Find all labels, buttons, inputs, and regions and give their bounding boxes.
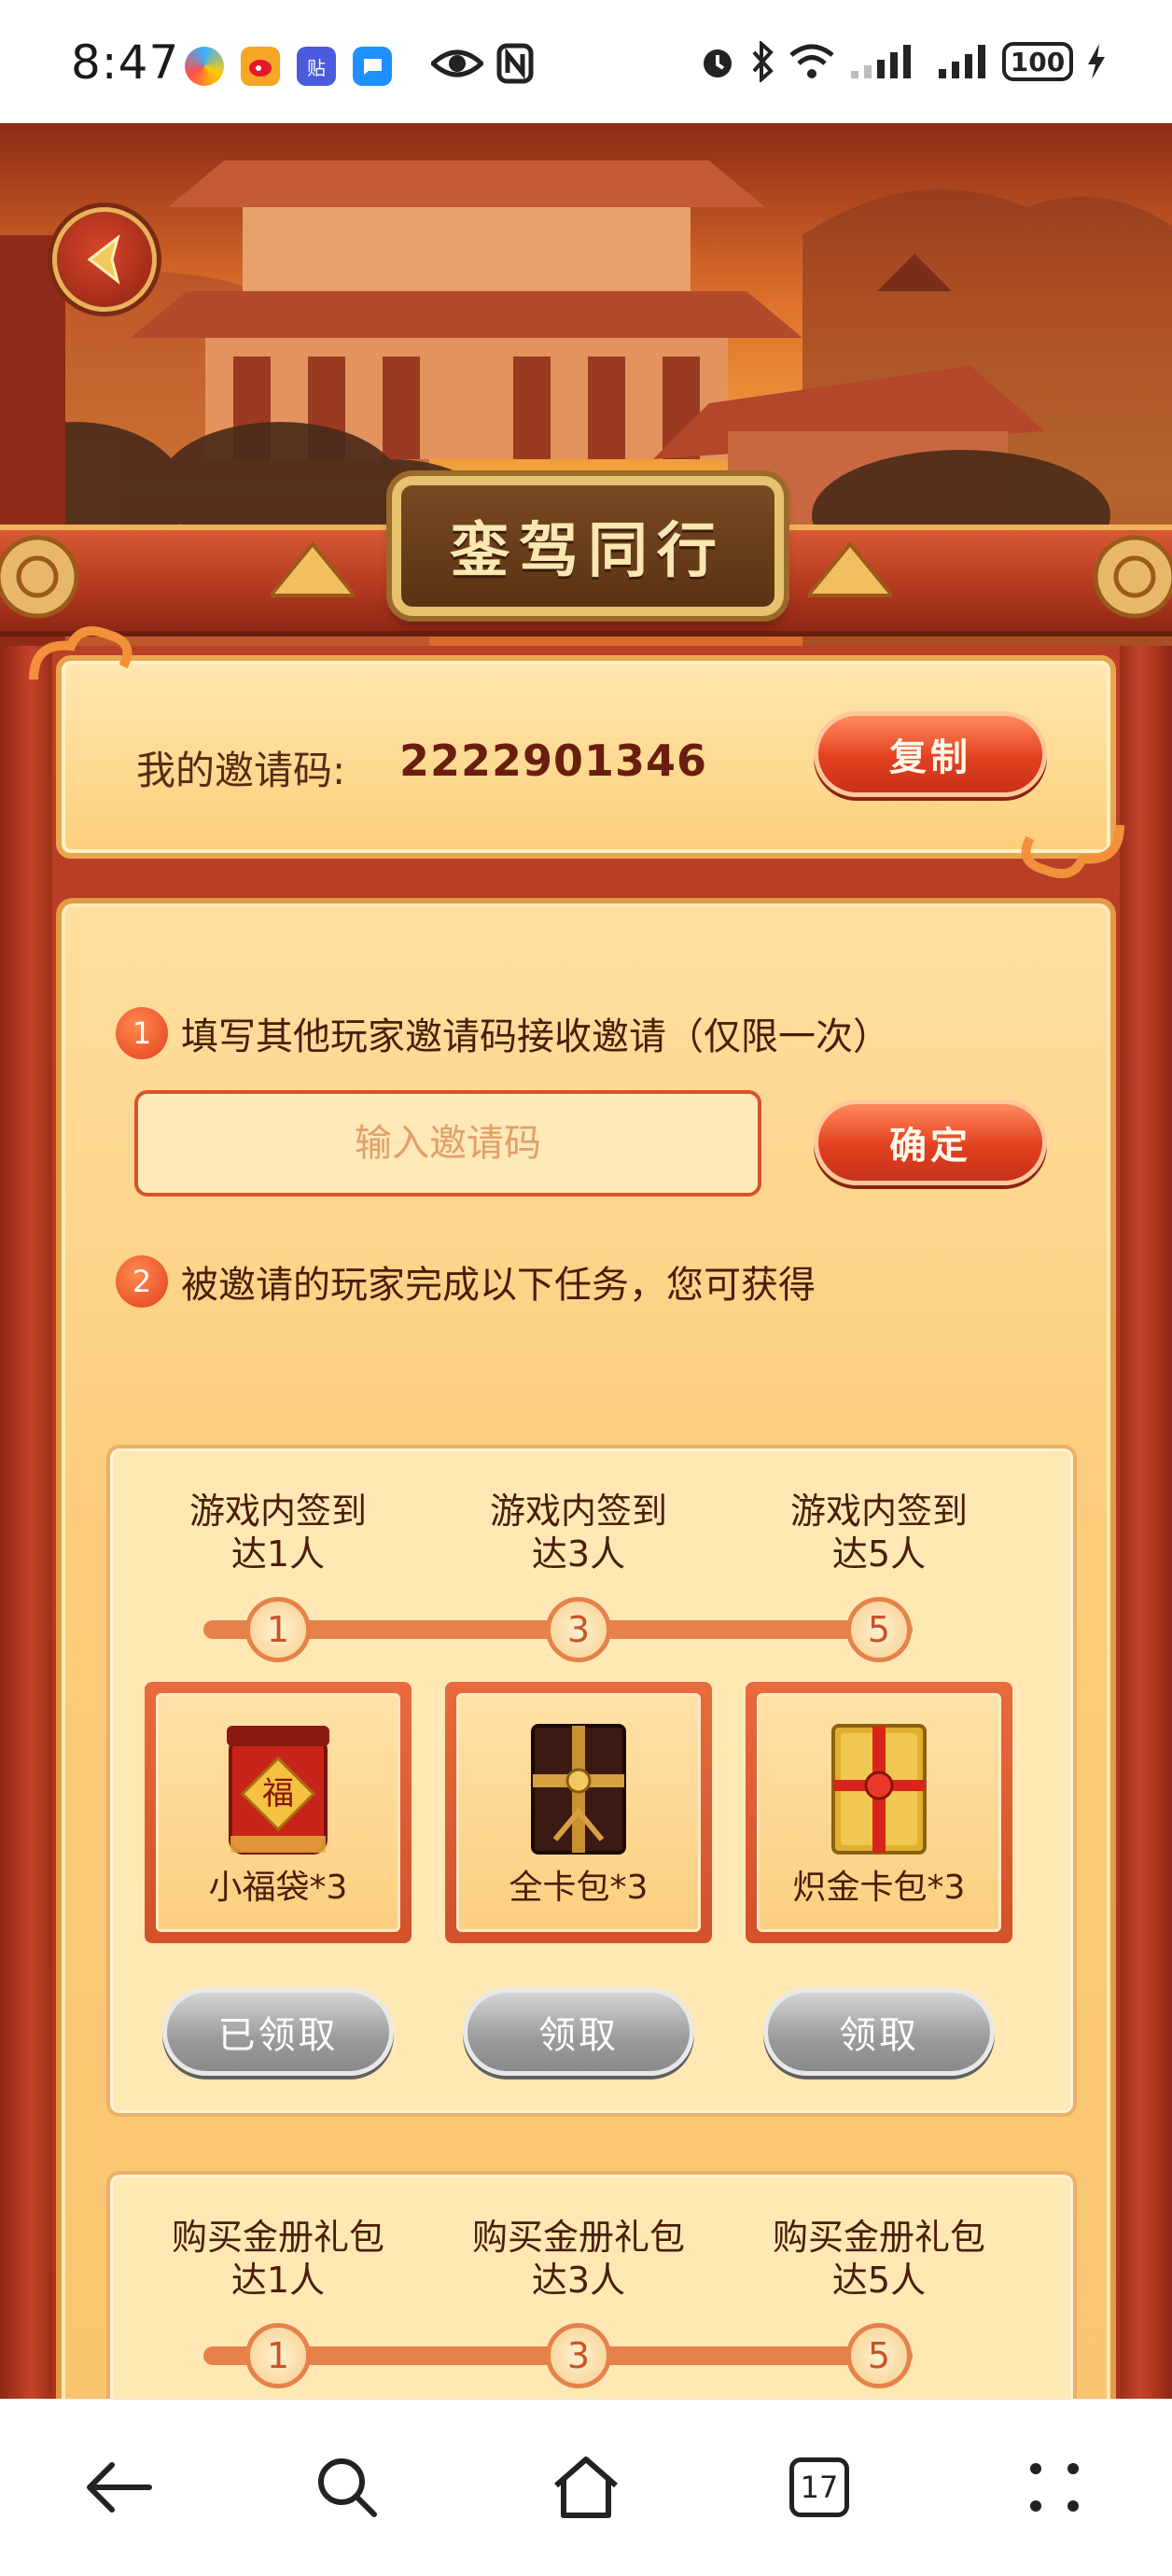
lucky-bag-icon: 福 bbox=[227, 1726, 329, 1855]
step-2-badge: 2 bbox=[116, 1255, 168, 1308]
tier-label: 购买金册礼包 达5人 bbox=[772, 2217, 985, 2301]
gold-card-pack-icon bbox=[831, 1724, 927, 1855]
tier-label: 购买金册礼包 达1人 bbox=[171, 2217, 384, 2301]
game-page: 銮驾同行 我的邀请码: 2222901346 复制 1 填写其他玩家邀请码接收邀… bbox=[0, 123, 1172, 2399]
scroll-cap-right-icon bbox=[1093, 535, 1172, 619]
alarm-icon bbox=[704, 49, 732, 77]
wifi-icon bbox=[789, 44, 834, 78]
step-1-badge: 1 bbox=[116, 1007, 168, 1059]
back-arrow-icon bbox=[87, 2462, 152, 2513]
signal-icon bbox=[851, 45, 911, 78]
invite-tasks-panel: 1 填写其他玩家邀请码接收邀请（仅限一次） 确定 2 被邀请的玩家完成以下任务，… bbox=[56, 898, 1116, 2399]
message-icon bbox=[353, 47, 392, 86]
milestone-marker: 5 bbox=[846, 2323, 912, 2388]
claim-button[interactable]: 领取 bbox=[763, 1988, 995, 2076]
confirm-button[interactable]: 确定 bbox=[814, 1099, 1047, 1185]
step-1-header: 1 填写其他玩家邀请码接收邀请（仅限一次） bbox=[116, 1006, 890, 1060]
reward-item: 福 小福袋*3 bbox=[145, 1682, 412, 1943]
signal-icon-2 bbox=[939, 45, 985, 78]
step-2-header: 2 被邀请的玩家完成以下任务，您可获得 bbox=[116, 1254, 816, 1309]
cloud-ornament-icon-2 bbox=[1021, 824, 1124, 878]
invite-code-input[interactable] bbox=[134, 1090, 761, 1197]
search-icon bbox=[318, 2458, 377, 2517]
ornament-left-icon bbox=[271, 540, 355, 597]
reward-name: 全卡包*3 bbox=[509, 1869, 649, 1907]
milestone-marker: 1 bbox=[245, 1597, 311, 1662]
nav-back-button[interactable] bbox=[71, 2441, 164, 2534]
step-1-text: 填写其他玩家邀请码接收邀请（仅限一次） bbox=[181, 1015, 890, 1058]
back-button[interactable] bbox=[52, 207, 157, 312]
purchase-rewards-card: 购买金册礼包 达1人 购买金册礼包 达3人 购买金册礼包 达5人 1 3 5 bbox=[106, 2171, 1077, 2399]
card-pack-icon bbox=[531, 1724, 626, 1855]
system-status-icons: 100 bbox=[698, 41, 1107, 82]
reward-item: 炽金卡包*3 bbox=[746, 1682, 1012, 1943]
scroll-cap-left-icon bbox=[0, 535, 79, 619]
milestone-marker: 5 bbox=[846, 1597, 912, 1662]
milestone-marker: 3 bbox=[546, 2323, 611, 2388]
more-icon bbox=[1030, 2463, 1079, 2512]
svg-text:福: 福 bbox=[262, 1775, 294, 1813]
nav-home-button[interactable] bbox=[539, 2441, 633, 2534]
invite-code-label: 我的邀请码: bbox=[136, 748, 346, 793]
battery-indicator: 100 bbox=[1002, 42, 1073, 81]
eye-icon bbox=[431, 49, 483, 77]
nav-search-button[interactable] bbox=[300, 2441, 394, 2534]
tier-label: 游戏内签到 达5人 bbox=[789, 1491, 968, 1575]
notification-icons: 贴 bbox=[185, 47, 392, 86]
my-invite-code-panel: 我的邀请码: 2222901346 复制 bbox=[29, 626, 1124, 878]
status-time: 8:47 bbox=[71, 35, 180, 90]
nfc-icon bbox=[496, 43, 534, 84]
app-icon-1 bbox=[185, 47, 224, 86]
status-bar: 8:47 贴 100 bbox=[0, 0, 1172, 123]
claimed-button[interactable]: 已领取 bbox=[162, 1988, 394, 2076]
reward-name: 小福袋*3 bbox=[208, 1869, 348, 1907]
page-title: 銮驾同行 bbox=[450, 516, 726, 586]
charging-icon bbox=[1088, 44, 1105, 79]
reward-item: 全卡包*3 bbox=[445, 1682, 712, 1943]
checkin-rewards-card: 游戏内签到 达1人 游戏内签到 达3人 游戏内签到 达5人 1 3 5 福 小福… bbox=[106, 1445, 1077, 2117]
frame-right-pillar bbox=[1120, 646, 1172, 2399]
claim-button[interactable]: 领取 bbox=[463, 1988, 694, 2076]
copy-button[interactable]: 复制 bbox=[814, 711, 1047, 797]
invite-code-value: 2222901346 bbox=[399, 735, 708, 786]
milestone-marker: 3 bbox=[546, 1597, 611, 1662]
tieba-icon: 贴 bbox=[297, 47, 336, 86]
milestone-marker: 1 bbox=[245, 2323, 311, 2388]
frame-left-pillar bbox=[0, 646, 52, 2399]
title-plaque: 銮驾同行 bbox=[392, 476, 784, 616]
tabs-icon: 17 bbox=[789, 2457, 849, 2517]
home-icon bbox=[554, 2457, 618, 2518]
weibo-icon bbox=[241, 47, 280, 86]
nav-more-button[interactable] bbox=[1008, 2441, 1101, 2534]
reward-name: 炽金卡包*3 bbox=[792, 1869, 966, 1907]
nav-tabs-button[interactable]: 17 bbox=[773, 2441, 866, 2534]
browser-nav-bar: 17 bbox=[0, 2399, 1172, 2576]
bluetooth-icon bbox=[752, 41, 774, 82]
step-2-text: 被邀请的玩家完成以下任务，您可获得 bbox=[181, 1264, 816, 1307]
chevron-left-icon bbox=[87, 234, 120, 285]
cloud-ornament-icon bbox=[29, 626, 133, 680]
tier-label: 游戏内签到 达1人 bbox=[188, 1491, 367, 1575]
ornament-right-icon bbox=[808, 540, 892, 597]
tier-label: 购买金册礼包 达3人 bbox=[471, 2217, 685, 2301]
tier-label: 游戏内签到 达3人 bbox=[489, 1491, 667, 1575]
